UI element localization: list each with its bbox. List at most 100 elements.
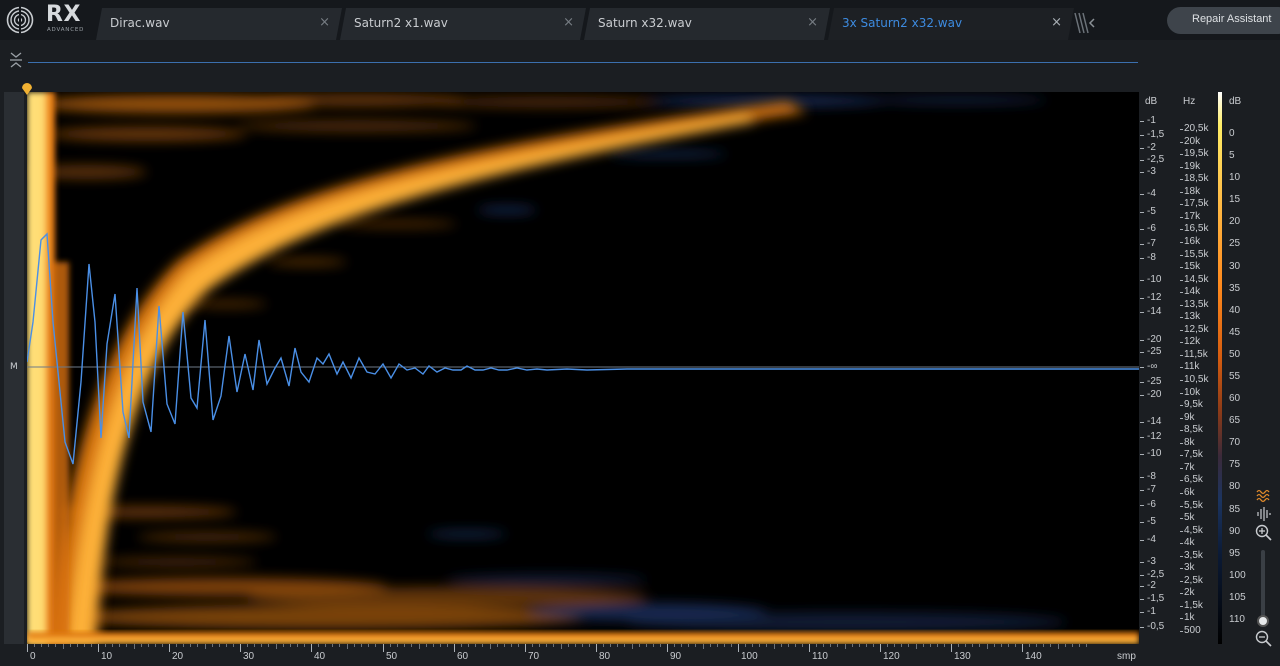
time-tick-label: 70 (528, 651, 540, 662)
hz-tick-label: 5,5k (1184, 500, 1203, 511)
time-minor-tick (368, 644, 369, 647)
time-minor-tick (1058, 644, 1059, 649)
time-minor-tick (958, 644, 959, 647)
tick-mark (1140, 280, 1144, 281)
hz-tick-label: 12,5k (1184, 324, 1209, 335)
time-tick-mark (98, 644, 99, 652)
tick-mark (1180, 568, 1183, 569)
time-minor-tick (632, 644, 633, 649)
collapse-overview-icon[interactable] (8, 48, 24, 72)
hz-tick-label: 20,5k (1184, 123, 1209, 134)
time-minor-tick (148, 644, 149, 647)
tick-mark (1180, 468, 1183, 469)
time-tick-mark (311, 644, 312, 652)
logo-subtext: ADVANCED (47, 27, 85, 33)
tab-label: Saturn2 x1.wav (354, 16, 448, 30)
time-ruler[interactable]: 0 10 20 30 40 50 60 70 80 90 100 110 120 130 140 smp (27, 644, 1139, 666)
logo-text: RX (46, 2, 81, 27)
time-minor-tick (859, 644, 860, 647)
time-minor-tick (901, 644, 902, 647)
tick-mark (1140, 244, 1144, 245)
tick-mark (1140, 395, 1144, 396)
hz-tick-label: 8,5k (1184, 424, 1203, 435)
spectrogram-view[interactable] (27, 92, 1139, 644)
close-icon[interactable]: × (563, 15, 574, 30)
time-minor-tick (774, 644, 775, 649)
time-minor-tick (468, 644, 469, 647)
time-minor-tick (866, 644, 867, 647)
time-tick-label: 110 (812, 651, 828, 662)
tick-mark (1180, 418, 1183, 419)
playhead-marker[interactable] (21, 82, 33, 96)
time-minor-tick (653, 644, 654, 647)
time-tick-mark (809, 644, 810, 652)
waveform-overview[interactable] (28, 44, 1140, 88)
hz-tick-label: 15k (1184, 261, 1201, 272)
hz-tick-label: 14,5k (1184, 274, 1209, 285)
tab-dirac[interactable]: Dirac.wav × (96, 8, 342, 40)
tick-mark (1180, 355, 1183, 356)
close-icon[interactable]: × (1051, 15, 1062, 30)
colorbar-tick-label: 95 (1229, 548, 1241, 559)
tick-mark (1180, 631, 1183, 632)
tab-saturn-x32[interactable]: Saturn x32.wav × (584, 8, 830, 40)
tab-overflow-icon[interactable] (1072, 10, 1096, 36)
time-minor-tick (48, 644, 49, 647)
spectrogram-mode-icon[interactable] (1254, 487, 1274, 505)
time-tick-label: 0 (30, 651, 36, 662)
db-tick-label: -1,5 (1147, 593, 1165, 604)
close-icon[interactable]: × (807, 15, 818, 30)
time-minor-tick (77, 644, 78, 647)
db-tick-label: -14 (1147, 416, 1162, 427)
time-minor-tick (724, 644, 725, 647)
time-minor-tick (219, 644, 220, 647)
time-tick-label: 50 (386, 651, 398, 662)
hz-tick-label: 11,5k (1184, 349, 1208, 360)
hz-tick-label: 3,5k (1184, 550, 1203, 561)
hz-tick-label: 8k (1184, 437, 1195, 448)
time-minor-tick (1065, 644, 1066, 647)
time-minor-tick (582, 644, 583, 647)
time-minor-tick (568, 644, 569, 647)
waveform-mode-icon[interactable] (1254, 505, 1274, 523)
time-minor-tick (404, 644, 405, 647)
tick-mark (1140, 437, 1144, 438)
zoom-slider-handle[interactable] (1257, 615, 1269, 627)
zoom-in-icon[interactable] (1254, 523, 1274, 541)
tick-mark (1180, 192, 1183, 193)
time-minor-tick (325, 644, 326, 647)
hz-tick-label: 1,5k (1184, 600, 1203, 611)
tab-label: 3x Saturn2 x32.wav (842, 16, 963, 30)
time-minor-tick (639, 644, 640, 647)
zoom-out-icon[interactable] (1254, 629, 1274, 647)
colorbar-tick-label: 110 (1229, 614, 1245, 625)
db-tick-label: -2 (1147, 580, 1156, 591)
tick-mark (1180, 305, 1183, 306)
tick-mark (1180, 556, 1183, 557)
db-tick-label: -5 (1147, 516, 1156, 527)
hz-tick-label: 9k (1184, 412, 1195, 423)
time-minor-tick (1029, 644, 1030, 647)
time-minor-tick (788, 644, 789, 647)
time-minor-tick (205, 644, 206, 649)
repair-assistant-button[interactable]: Repair Assistant (1167, 7, 1280, 34)
time-tick-label: 40 (314, 651, 326, 662)
tick-mark (1180, 154, 1183, 155)
db-tick-label: -2,5 (1147, 569, 1165, 580)
time-minor-tick (276, 644, 277, 649)
time-minor-tick (965, 644, 966, 647)
tab-saturn2-x1[interactable]: Saturn2 x1.wav × (340, 8, 586, 40)
db-tick-label: -2,5 (1147, 154, 1165, 165)
tick-mark (1140, 258, 1144, 259)
hz-tick-label: 12k (1184, 336, 1201, 347)
close-icon[interactable]: × (319, 15, 330, 30)
time-minor-tick (710, 644, 711, 647)
app-logo: RX ADVANCED (6, 2, 96, 36)
tick-mark (1180, 443, 1183, 444)
amplitude-scale: dB -1 -1,5 -2 -2,5 -3 -4 -5 -6 -7 -8 -10 -12 -14 -20-… (1140, 92, 1180, 644)
hz-tick-label: 500 (1184, 625, 1201, 636)
hz-tick-label: 9,5k (1184, 399, 1203, 410)
hz-tick-label: 6k (1184, 487, 1195, 498)
tab-3x-saturn2-x32[interactable]: 3x Saturn2 x32.wav × (828, 8, 1074, 40)
time-minor-tick (126, 644, 127, 647)
